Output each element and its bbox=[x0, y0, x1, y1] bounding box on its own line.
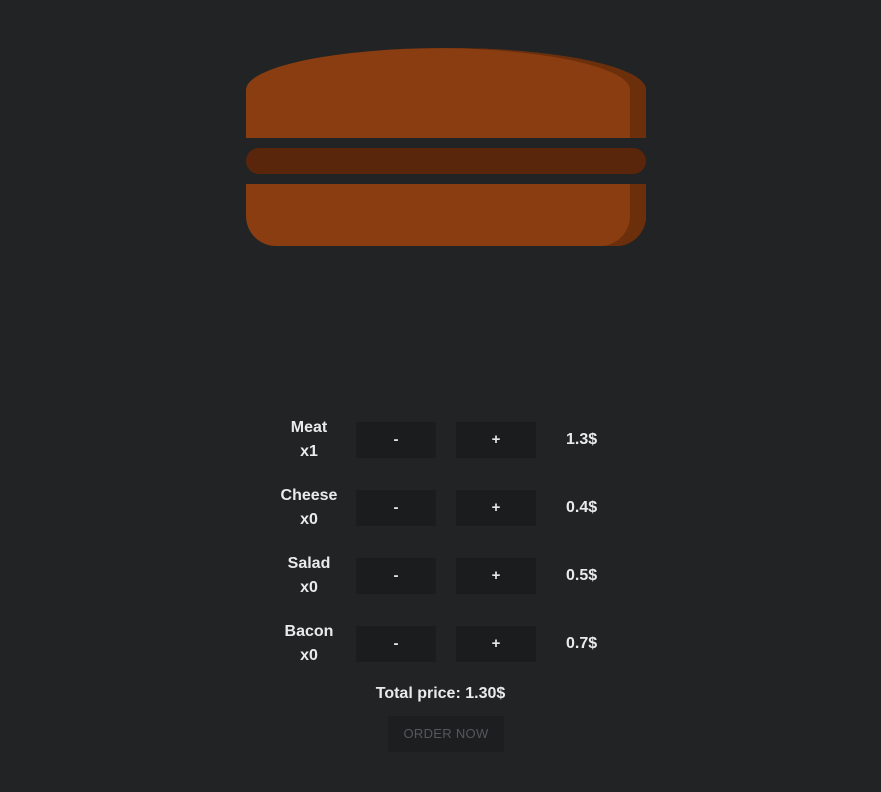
ingredient-row-meat: Meat x1 - + 1.3$ bbox=[270, 416, 630, 484]
ingredient-count: x0 bbox=[300, 579, 318, 596]
bun-bottom bbox=[246, 184, 646, 246]
ingredient-price: 0.7$ bbox=[566, 635, 598, 652]
ingredient-name: Bacon bbox=[284, 623, 334, 640]
burger-builder-page: Meat x1 - + 1.3$ Cheese x0 - + 0.4$ Sala… bbox=[0, 0, 881, 792]
total-price: Total price: 1.30$ bbox=[375, 685, 506, 702]
build-controls: Meat x1 - + 1.3$ Cheese x0 - + 0.4$ Sala… bbox=[270, 416, 630, 688]
ingredient-name: Cheese bbox=[280, 487, 338, 504]
remove-meat-button[interactable]: - bbox=[356, 422, 436, 458]
ingredient-price: 1.3$ bbox=[566, 431, 598, 448]
add-meat-button[interactable]: + bbox=[456, 422, 536, 458]
add-cheese-button[interactable]: + bbox=[456, 490, 536, 526]
ingredient-count: x0 bbox=[300, 647, 318, 664]
ingredient-count: x1 bbox=[300, 443, 318, 460]
ingredient-label: Cheese x0 bbox=[270, 484, 348, 532]
ingredient-name: Salad bbox=[287, 555, 331, 572]
meat-patty bbox=[246, 148, 646, 174]
ingredient-label: Salad x0 bbox=[270, 552, 348, 600]
ingredient-row-bacon: Bacon x0 - + 0.7$ bbox=[270, 620, 630, 688]
ingredient-name: Meat bbox=[290, 419, 328, 436]
ingredient-price: 0.4$ bbox=[566, 499, 598, 516]
ingredient-price: 0.5$ bbox=[566, 567, 598, 584]
add-salad-button[interactable]: + bbox=[456, 558, 536, 594]
ingredient-row-cheese: Cheese x0 - + 0.4$ bbox=[270, 484, 630, 552]
burger-preview bbox=[246, 48, 646, 248]
ingredient-count: x0 bbox=[300, 511, 318, 528]
ingredient-label: Meat x1 bbox=[270, 416, 348, 464]
add-bacon-button[interactable]: + bbox=[456, 626, 536, 662]
remove-bacon-button[interactable]: - bbox=[356, 626, 436, 662]
remove-cheese-button[interactable]: - bbox=[356, 490, 436, 526]
bun-top bbox=[246, 48, 646, 138]
ingredient-row-salad: Salad x0 - + 0.5$ bbox=[270, 552, 630, 620]
order-now-button[interactable]: ORDER NOW bbox=[388, 716, 504, 752]
remove-salad-button[interactable]: - bbox=[356, 558, 436, 594]
ingredient-label: Bacon x0 bbox=[270, 620, 348, 668]
